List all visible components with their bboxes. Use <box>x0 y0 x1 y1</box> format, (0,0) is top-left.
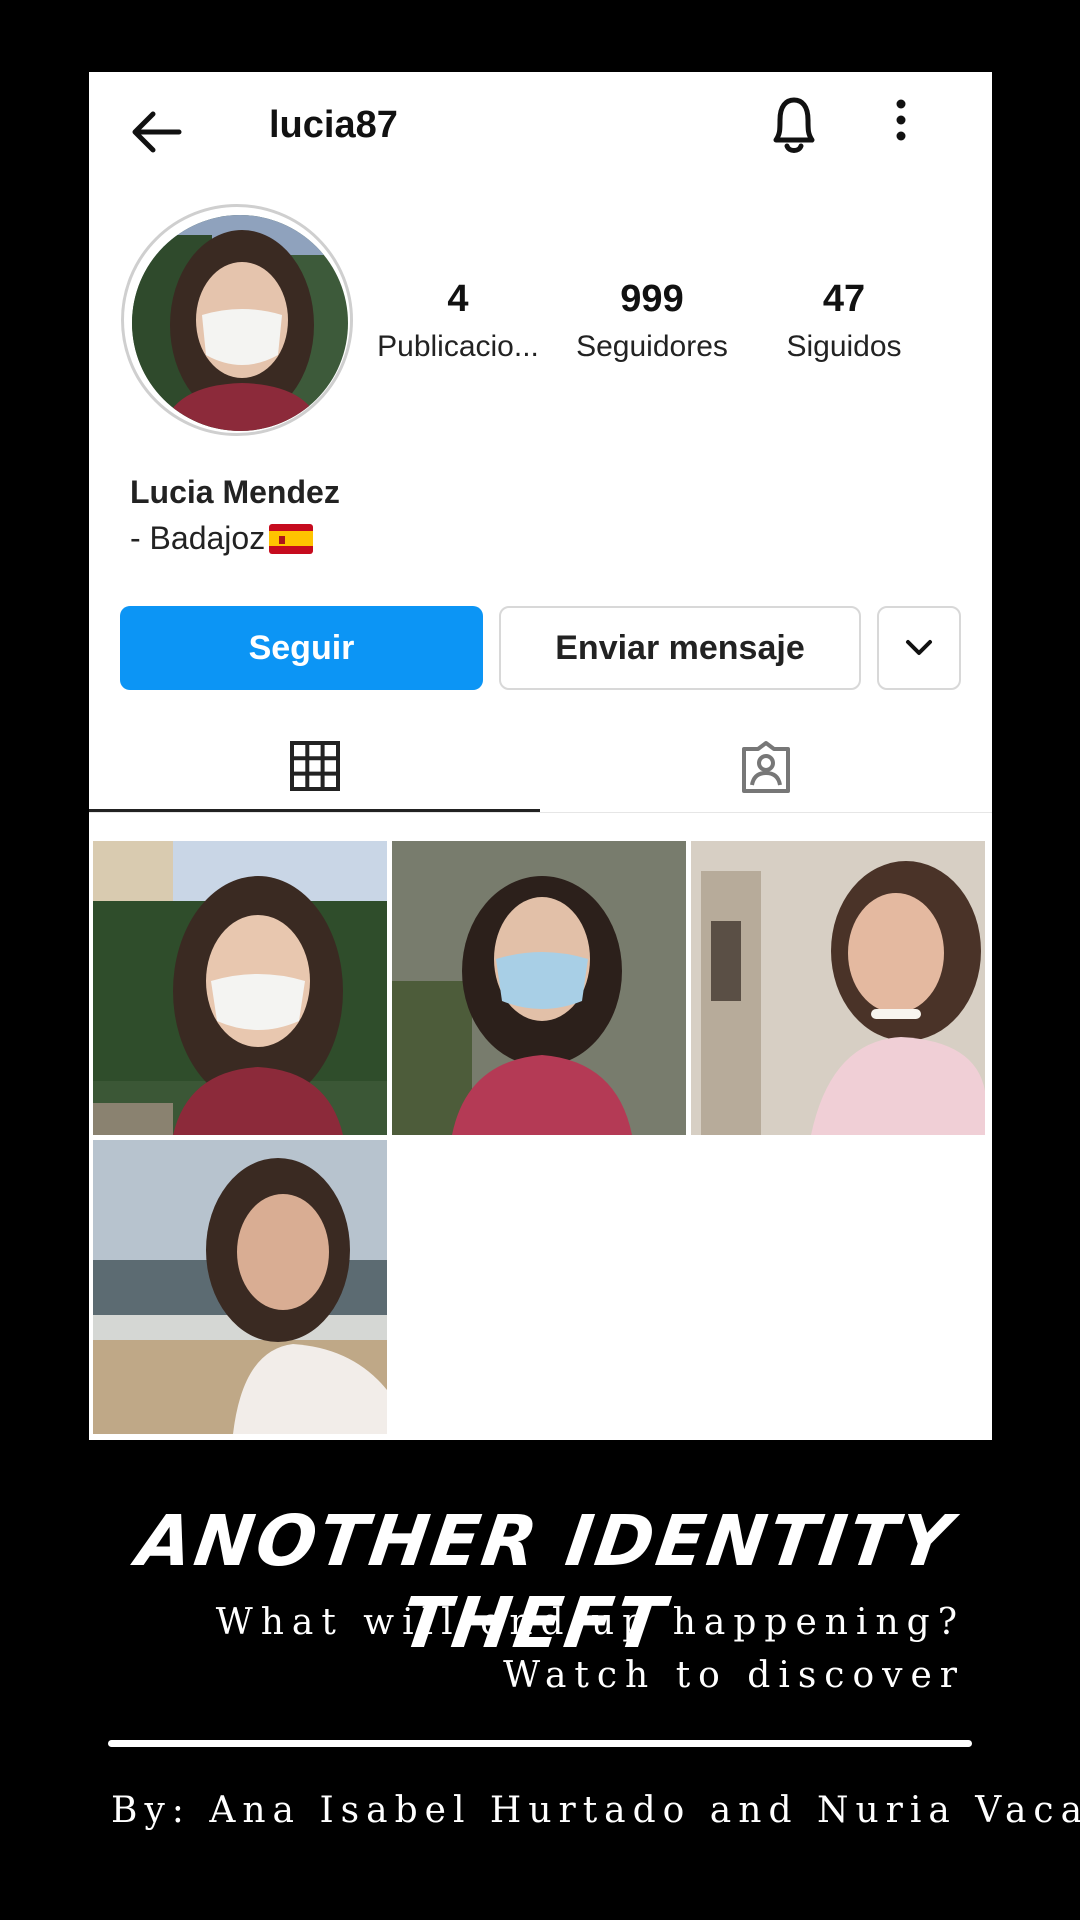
profile-username: lucia87 <box>269 104 398 146</box>
top-bar: lucia87 <box>89 72 992 182</box>
post-thumbnail[interactable] <box>691 841 985 1135</box>
profile-bio: - Badajoz <box>130 520 314 557</box>
profile-tabs <box>89 722 992 813</box>
avatar[interactable] <box>132 215 348 431</box>
profile-screen: lucia87 4 Publicacio... 999 Seguidores 4… <box>89 72 992 1440</box>
stat-following-value: 47 <box>822 278 866 320</box>
poster-credits: By: Ana Isabel Hurtado and Nuria Vaca <box>111 1790 1080 1831</box>
grid-icon <box>289 740 340 791</box>
stat-posts-label: Publicacio... <box>377 330 539 363</box>
profile-full-name: Lucia Mendez <box>130 474 340 510</box>
post-thumbnail[interactable] <box>392 841 686 1135</box>
stat-following-label: Siguidos <box>786 330 902 363</box>
poster-tagline-line2: Watch to discover <box>503 1655 965 1696</box>
poster-divider <box>108 1740 972 1747</box>
post-thumbnail[interactable] <box>93 1140 387 1434</box>
tagged-person-icon <box>741 741 790 793</box>
post-thumbnail[interactable] <box>93 841 387 1135</box>
send-message-button[interactable]: Enviar mensaje <box>499 606 861 690</box>
tab-tagged[interactable] <box>540 722 991 812</box>
more-options-icon[interactable] <box>889 94 913 154</box>
stat-followers-value: 999 <box>620 278 684 320</box>
poster-tagline-line1: What will end up happening? <box>215 1602 965 1643</box>
profile-bio-text: - Badajoz <box>130 520 266 556</box>
stat-following[interactable]: 47 Siguidos <box>749 277 939 369</box>
stat-followers[interactable]: 999 Seguidores <box>557 277 747 369</box>
back-arrow-icon[interactable] <box>127 102 187 162</box>
tab-posts-grid[interactable] <box>89 722 540 812</box>
chevron-down-icon <box>906 640 932 655</box>
suggested-accounts-button[interactable] <box>877 606 961 690</box>
follow-button[interactable]: Seguir <box>120 606 483 690</box>
spain-flag-icon <box>269 523 314 554</box>
stat-posts[interactable]: 4 Publicacio... <box>363 277 553 369</box>
notification-bell-icon[interactable] <box>764 90 824 160</box>
stat-posts-value: 4 <box>447 278 469 320</box>
stat-followers-label: Seguidores <box>576 330 728 363</box>
